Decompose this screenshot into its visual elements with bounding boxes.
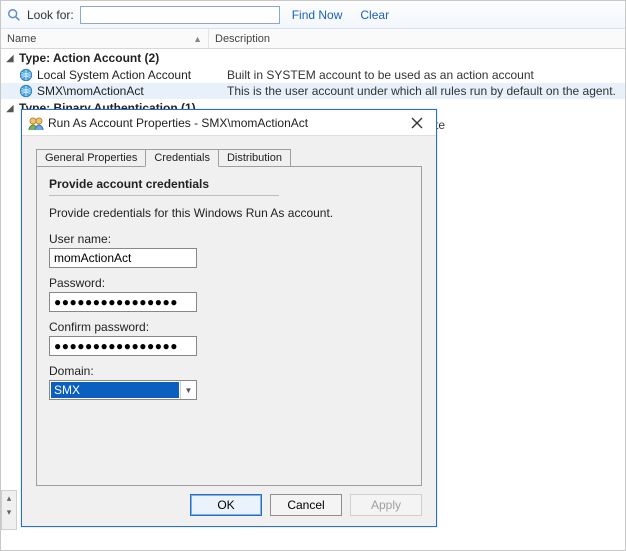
search-icon (7, 8, 21, 22)
username-field[interactable] (49, 248, 197, 268)
item-description: Built in SYSTEM account to be used as an… (227, 68, 625, 82)
section-heading: Provide account credentials (49, 177, 279, 196)
item-description: This is the user account under which all… (227, 84, 625, 98)
column-header-name[interactable]: Name ▲ (1, 29, 209, 48)
hint-text: Provide credentials for this Windows Run… (49, 206, 409, 220)
ok-button[interactable]: OK (190, 494, 262, 516)
lookfor-label: Look for: (27, 8, 74, 22)
sort-indicator-icon: ▲ (193, 34, 202, 44)
close-button[interactable] (402, 113, 432, 133)
password-field[interactable] (49, 292, 197, 312)
username-label: User name: (49, 232, 409, 246)
column-header-name-label: Name (7, 33, 36, 45)
close-icon (411, 117, 423, 129)
list-item[interactable]: Local System Action Account Built in SYS… (1, 67, 625, 83)
confirm-password-field[interactable] (49, 336, 197, 356)
tab-distribution[interactable]: Distribution (218, 149, 291, 166)
find-now-link[interactable]: Find Now (286, 8, 349, 22)
lookfor-bar: Look for: Find Now Clear (1, 1, 625, 29)
column-header-description[interactable]: Description (209, 29, 625, 48)
item-name: SMX\momActionAct (37, 84, 223, 98)
clear-link[interactable]: Clear (354, 8, 395, 22)
run-as-account-properties-dialog: Run As Account Properties - SMX\momActio… (21, 109, 437, 527)
tab-panel-credentials: Provide account credentials Provide cred… (36, 166, 422, 486)
tabstrip: General Properties Credentials Distribut… (36, 144, 422, 166)
apply-button: Apply (350, 494, 422, 516)
tab-credentials[interactable]: Credentials (145, 149, 219, 167)
expander-icon[interactable]: ◢ (5, 103, 15, 114)
vertical-scrollbar[interactable]: ▴ ▾ (1, 490, 17, 530)
item-name: Local System Action Account (37, 68, 223, 82)
column-header-description-label: Description (215, 33, 270, 45)
dialog-titlebar[interactable]: Run As Account Properties - SMX\momActio… (22, 110, 436, 136)
group-row[interactable]: ◢ Type: Action Account (2) (1, 49, 625, 67)
chevron-down-icon[interactable]: ▼ (180, 381, 196, 399)
scroll-up-icon[interactable]: ▴ (2, 491, 16, 505)
password-label: Password: (49, 276, 409, 290)
expander-icon[interactable]: ◢ (5, 53, 15, 64)
tab-general-properties[interactable]: General Properties (36, 149, 146, 166)
dialog-title: Run As Account Properties - SMX\momActio… (48, 116, 402, 130)
domain-label: Domain: (49, 364, 409, 378)
domain-value: SMX (51, 382, 179, 398)
column-headers: Name ▲ Description (1, 29, 625, 49)
cancel-button[interactable]: Cancel (270, 494, 342, 516)
dialog-button-row: OK Cancel Apply (22, 486, 436, 526)
dialog-body: General Properties Credentials Distribut… (22, 136, 436, 486)
globe-icon (19, 68, 33, 82)
group-title: Type: Action Account (2) (19, 51, 159, 65)
properties-icon (28, 115, 44, 131)
domain-combobox[interactable]: SMX ▼ (49, 380, 197, 400)
lookfor-input[interactable] (80, 6, 280, 24)
globe-icon (19, 84, 33, 98)
list-item[interactable]: SMX\momActionAct This is the user accoun… (1, 83, 625, 99)
scroll-down-icon[interactable]: ▾ (2, 505, 16, 519)
confirm-password-label: Confirm password: (49, 320, 409, 334)
